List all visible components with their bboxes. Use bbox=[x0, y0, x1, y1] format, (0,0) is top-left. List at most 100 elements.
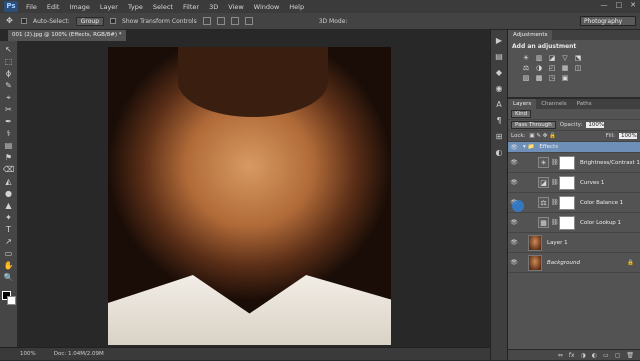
layer-row[interactable]: 👁 ▦ ⛓ Color Lookup 1 bbox=[508, 213, 640, 233]
layer-mask-thumbnail[interactable] bbox=[559, 215, 575, 230]
auto-select-checkbox[interactable] bbox=[21, 18, 27, 24]
eraser-tool[interactable]: ⌫ bbox=[3, 165, 14, 175]
shape-tool[interactable]: ▭ bbox=[3, 249, 14, 259]
curves-icon[interactable]: ◪ bbox=[548, 54, 556, 62]
blend-mode-dropdown[interactable]: Pass Through bbox=[511, 121, 556, 129]
color-swatches[interactable] bbox=[1, 291, 16, 305]
menu-select[interactable]: Select bbox=[148, 3, 178, 11]
distribute-icon[interactable] bbox=[244, 17, 253, 25]
color-lookup-icon[interactable]: ◫ bbox=[574, 64, 582, 72]
marquee-tool[interactable]: ⬚ bbox=[3, 57, 14, 67]
menu-type[interactable]: Type bbox=[123, 3, 148, 11]
zoom-tool[interactable]: 🔍 bbox=[3, 273, 14, 283]
maximize-button[interactable]: □ bbox=[616, 1, 623, 9]
tab-paths[interactable]: Paths bbox=[572, 99, 597, 109]
opacity-input[interactable]: 100% bbox=[586, 122, 605, 128]
healing-tool[interactable]: ⚕ bbox=[3, 129, 14, 139]
tab-channels[interactable]: Channels bbox=[536, 99, 571, 109]
layer-row[interactable]: 👁 Layer 1 bbox=[508, 233, 640, 253]
channel-mixer-icon[interactable]: ▦ bbox=[561, 64, 569, 72]
type-tool[interactable]: T bbox=[3, 225, 14, 235]
document-tab[interactable]: 001 (2).jpg @ 100% (Effects, RGB/8#) * × bbox=[8, 30, 126, 49]
vibrance-icon[interactable]: ⬔ bbox=[574, 54, 582, 62]
transform-controls-checkbox[interactable] bbox=[110, 18, 117, 24]
eyedropper-tool[interactable]: ✒ bbox=[3, 117, 14, 127]
layer-row[interactable]: 👁 ☀ ⛓ Brightness/Contrast 1 bbox=[508, 153, 640, 173]
brightness-contrast-icon[interactable]: ☀ bbox=[522, 54, 530, 62]
document-canvas-image[interactable] bbox=[108, 47, 391, 345]
black-white-icon[interactable]: ◑ bbox=[535, 64, 543, 72]
blur-tool[interactable]: ● bbox=[3, 189, 14, 199]
slice-tool[interactable]: ✂ bbox=[3, 105, 14, 115]
info-icon[interactable]: ◉ bbox=[494, 84, 504, 94]
visibility-eye-icon[interactable]: 👁 bbox=[508, 259, 520, 266]
visibility-eye-icon[interactable]: 👁 bbox=[508, 179, 520, 186]
threshold-icon[interactable]: ◳ bbox=[548, 74, 556, 82]
lasso-tool[interactable]: ϕ bbox=[3, 69, 14, 79]
swatches-icon[interactable]: ⊞ bbox=[494, 132, 504, 142]
layer-mask-thumbnail[interactable] bbox=[559, 175, 575, 190]
layer-row[interactable]: 👁 ⚖ ⛓ Color Balance 1 bbox=[508, 193, 640, 213]
move-tool-icon[interactable]: ✥ bbox=[4, 16, 15, 26]
menu-file[interactable]: File bbox=[21, 3, 42, 11]
minimize-button[interactable]: — bbox=[601, 1, 608, 9]
layer-row[interactable]: 👁 Background 🔒 bbox=[508, 253, 640, 273]
align-middle-icon[interactable] bbox=[216, 17, 225, 25]
visibility-eye-icon[interactable]: 👁 bbox=[508, 159, 520, 166]
workspace-dropdown[interactable]: Photography bbox=[580, 16, 636, 26]
paragraph-icon[interactable]: ¶ bbox=[494, 116, 504, 126]
new-group-icon[interactable]: ▭ bbox=[603, 350, 609, 360]
tab-adjustments[interactable]: Adjustments bbox=[508, 30, 553, 40]
menu-help[interactable]: Help bbox=[284, 3, 309, 11]
trash-icon[interactable]: 🗑 bbox=[626, 350, 634, 360]
character-icon[interactable]: A bbox=[494, 100, 504, 110]
color-balance-icon[interactable]: ⚖ bbox=[522, 64, 530, 72]
align-top-icon[interactable] bbox=[202, 17, 211, 25]
menu-view[interactable]: View bbox=[223, 3, 248, 11]
brush-tool[interactable]: ▤ bbox=[3, 141, 14, 151]
gradient-map-icon[interactable]: ▣ bbox=[561, 74, 569, 82]
layer-row-group[interactable]: 👁 ▾ 📁 Effects bbox=[508, 142, 640, 153]
menu-image[interactable]: Image bbox=[64, 3, 94, 11]
move-tool[interactable]: ↖ bbox=[3, 45, 14, 55]
crop-tool[interactable]: ⌖ bbox=[3, 93, 14, 103]
kind-filter-dropdown[interactable]: Kind bbox=[511, 110, 532, 118]
fx-icon[interactable]: fx bbox=[569, 350, 575, 360]
menu-3d[interactable]: 3D bbox=[204, 3, 223, 11]
layer-mask-thumbnail[interactable] bbox=[559, 195, 575, 210]
quick-select-tool[interactable]: ✎ bbox=[3, 81, 14, 91]
background-color-swatch[interactable] bbox=[6, 296, 16, 305]
stamp-tool[interactable]: ⚑ bbox=[3, 153, 14, 163]
align-bottom-icon[interactable] bbox=[230, 17, 239, 25]
levels-icon[interactable]: ▥ bbox=[535, 54, 543, 62]
visibility-eye-icon[interactable]: 👁 bbox=[508, 239, 520, 246]
layer-mask-thumbnail[interactable] bbox=[559, 155, 575, 170]
menu-window[interactable]: Window bbox=[249, 3, 285, 11]
gradient-tool[interactable]: ◭ bbox=[3, 177, 14, 187]
invert-icon[interactable]: ▨ bbox=[522, 74, 530, 82]
menu-edit[interactable]: Edit bbox=[42, 3, 65, 11]
link-layers-icon[interactable]: ⇔ bbox=[558, 350, 563, 360]
styles-icon[interactable]: ◐ bbox=[494, 148, 504, 158]
navigator-icon[interactable]: ◆ bbox=[494, 68, 504, 78]
visibility-eye-icon[interactable]: 👁 bbox=[508, 144, 520, 151]
visibility-eye-icon[interactable]: 👁 bbox=[508, 219, 520, 226]
auto-select-dropdown[interactable]: Group bbox=[75, 16, 105, 26]
path-select-tool[interactable]: ↗ bbox=[3, 237, 14, 247]
lock-icons[interactable]: ▣ ✎ ✥ 🔒 bbox=[529, 133, 556, 139]
document-info[interactable]: Doc: 1.04M/2.09M bbox=[54, 351, 104, 357]
photo-filter-icon[interactable]: ◰ bbox=[548, 64, 556, 72]
hand-tool[interactable]: ✋ bbox=[3, 261, 14, 271]
add-mask-icon[interactable]: ◑ bbox=[581, 350, 586, 360]
tab-layers[interactable]: Layers bbox=[508, 99, 537, 109]
menu-layer[interactable]: Layer bbox=[95, 3, 123, 11]
pen-tool[interactable]: ✦ bbox=[3, 213, 14, 223]
history-icon[interactable]: ▤ bbox=[494, 52, 504, 62]
posterize-icon[interactable]: ▩ bbox=[535, 74, 543, 82]
adjustment-layer-icon[interactable]: ◐ bbox=[592, 350, 597, 360]
close-button[interactable]: ✕ bbox=[630, 1, 636, 9]
dodge-tool[interactable]: ▲ bbox=[3, 201, 14, 211]
exposure-icon[interactable]: ▽ bbox=[561, 54, 569, 62]
layer-row[interactable]: 👁 ◪ ⛓ Curves 1 bbox=[508, 173, 640, 193]
play-icon[interactable]: ▶ bbox=[494, 36, 504, 46]
